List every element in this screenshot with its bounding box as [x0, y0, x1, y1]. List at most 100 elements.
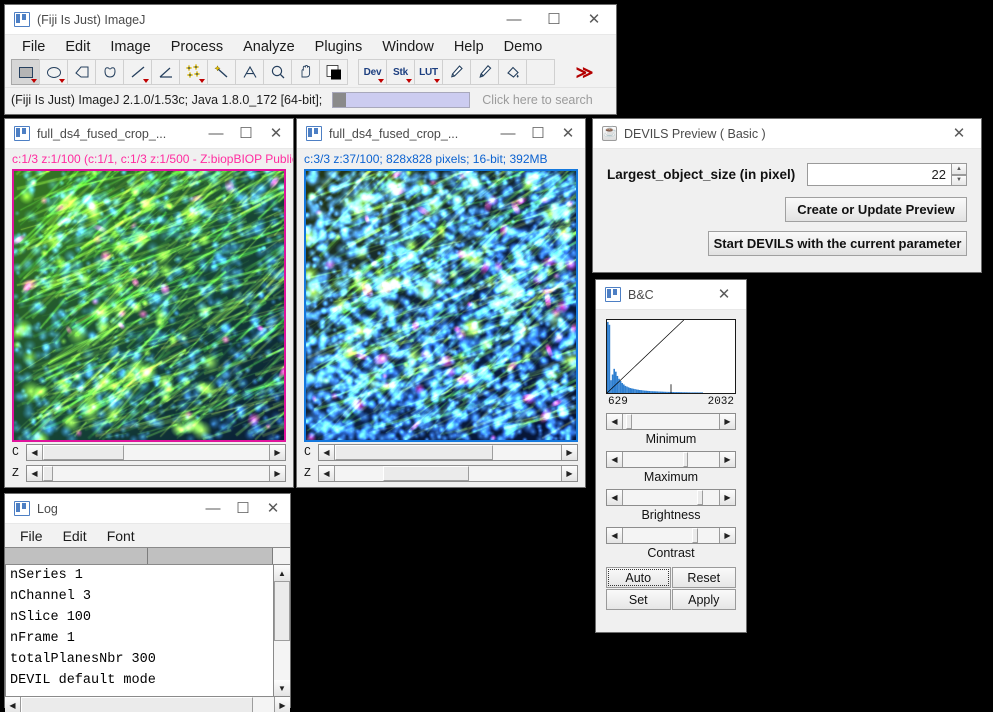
slice-slider-thumb-2[interactable] [383, 466, 470, 481]
slice-slider-1[interactable]: ◀ ▶ [26, 465, 286, 482]
scroll-right-icon[interactable]: ▶ [274, 697, 290, 712]
channel-slider-thumb-2[interactable] [335, 445, 494, 460]
menu-analyze[interactable]: Analyze [234, 37, 304, 58]
channel-slider-1[interactable]: ◀ ▶ [26, 444, 286, 461]
brightness-slider-left-arrow[interactable]: ◀ [607, 490, 623, 505]
create-or-update-preview-button[interactable]: Create or Update Preview [785, 197, 967, 222]
image-window-2-title-bar[interactable]: full_ds4_fused_crop_... — ☐ ✕ [297, 119, 585, 149]
menu-edit[interactable]: Edit [56, 37, 99, 58]
log-vscroll-track[interactable] [274, 581, 290, 680]
tool-dropdown-icon[interactable] [199, 79, 205, 83]
magnifier-tool[interactable] [263, 59, 292, 85]
minimize-button[interactable]: — [201, 119, 231, 148]
log-menu-file[interactable]: File [12, 527, 51, 545]
largest-object-size-input[interactable]: 22 [807, 163, 952, 186]
devils-title-bar[interactable]: DEVILS Preview ( Basic ) ✕ [593, 119, 981, 149]
contrast-slider-right-arrow[interactable]: ▶ [719, 528, 735, 543]
hand-tool[interactable] [291, 59, 320, 85]
minimum-slider-track[interactable] [623, 414, 719, 429]
spare-tool[interactable] [526, 59, 555, 85]
brightness-slider-thumb[interactable] [696, 490, 703, 505]
minimum-slider-right-arrow[interactable]: ▶ [719, 414, 735, 429]
channel-slider-right-arrow-1[interactable]: ▶ [269, 445, 285, 460]
close-button[interactable]: ✕ [261, 119, 291, 148]
set-button[interactable]: Set [606, 589, 671, 610]
scroll-down-icon[interactable]: ▼ [274, 680, 290, 696]
channel-slider-right-arrow-2[interactable]: ▶ [561, 445, 577, 460]
polygon-tool[interactable] [67, 59, 96, 85]
maximize-button[interactable]: ☐ [231, 119, 261, 148]
menu-plugins[interactable]: Plugins [306, 37, 372, 58]
slice-slider-left-arrow-1[interactable]: ◀ [27, 466, 43, 481]
slice-slider-track-2[interactable] [335, 466, 561, 481]
maximum-slider[interactable]: ◀ ▶ [606, 451, 736, 468]
contrast-slider-track[interactable] [623, 528, 719, 543]
start-devils-button[interactable]: Start DEVILS with the current parameter [708, 231, 967, 256]
minimize-button[interactable]: — [198, 494, 228, 523]
tool-dropdown-icon[interactable] [406, 79, 412, 83]
tool-dropdown-icon[interactable] [378, 79, 384, 83]
apply-button[interactable]: Apply [671, 589, 736, 610]
channel-slider-thumb-1[interactable] [43, 445, 125, 460]
contrast-slider[interactable]: ◀ ▶ [606, 527, 736, 544]
tool-dropdown-icon[interactable] [31, 79, 37, 83]
auto-button[interactable]: Auto [606, 567, 671, 588]
channel-slider-track-2[interactable] [335, 445, 561, 460]
oval-tool[interactable] [39, 59, 68, 85]
slice-slider-track-1[interactable] [43, 466, 269, 481]
close-icon[interactable]: ✕ [939, 119, 979, 148]
bc-title-bar[interactable]: B&C ✕ [596, 280, 746, 310]
image-canvas-2[interactable] [304, 169, 578, 442]
channel-slider-left-arrow-1[interactable]: ◀ [27, 445, 43, 460]
minimum-slider-thumb[interactable] [625, 414, 632, 429]
channel-slider-left-arrow-2[interactable]: ◀ [319, 445, 335, 460]
log-hscroll-track[interactable] [21, 697, 274, 712]
log-hscroll-thumb[interactable] [21, 697, 253, 712]
lut-tool[interactable]: LUT [414, 59, 443, 85]
scroll-left-icon[interactable]: ◀ [5, 697, 21, 712]
stepper-up-icon[interactable]: ▲ [952, 163, 967, 175]
slice-slider-2[interactable]: ◀ ▶ [318, 465, 578, 482]
straight-line-tool[interactable] [123, 59, 152, 85]
log-menu-font[interactable]: Font [99, 527, 143, 545]
flood-fill-tool[interactable] [498, 59, 527, 85]
stk-tool[interactable]: Stk [386, 59, 415, 85]
brightness-slider-right-arrow[interactable]: ▶ [719, 490, 735, 505]
tool-dropdown-icon[interactable] [434, 79, 440, 83]
freehand-tool[interactable] [95, 59, 124, 85]
menu-process[interactable]: Process [162, 37, 232, 58]
close-button[interactable]: ✕ [258, 494, 288, 523]
search-input[interactable]: Click here to search [482, 93, 592, 107]
menu-help[interactable]: Help [445, 37, 493, 58]
close-button[interactable]: ✕ [574, 5, 614, 34]
maximum-slider-thumb[interactable] [682, 452, 689, 467]
log-horizontal-scrollbar[interactable]: ◀ ▶ [5, 696, 290, 712]
minimize-button[interactable]: — [494, 5, 534, 34]
largest-object-size-stepper[interactable]: 22 ▲ ▼ [807, 163, 967, 186]
maximum-slider-right-arrow[interactable]: ▶ [719, 452, 735, 467]
menu-demo[interactable]: Demo [495, 37, 552, 58]
image-canvas-1[interactable] [12, 169, 286, 442]
channel-slider-track-1[interactable] [43, 445, 269, 460]
text-tool[interactable] [235, 59, 264, 85]
pencil-tool[interactable] [442, 59, 471, 85]
minimum-slider[interactable]: ◀ ▶ [606, 413, 736, 430]
menu-image[interactable]: Image [101, 37, 159, 58]
tool-dropdown-icon[interactable] [143, 79, 149, 83]
log-vscroll-thumb[interactable] [274, 581, 290, 641]
close-icon[interactable]: ✕ [704, 280, 744, 309]
wand-tool[interactable] [207, 59, 236, 85]
stepper-down-icon[interactable]: ▼ [952, 174, 967, 186]
scroll-up-icon[interactable]: ▲ [274, 565, 290, 581]
contrast-slider-left-arrow[interactable]: ◀ [607, 528, 623, 543]
log-vertical-scrollbar[interactable]: ▲ ▼ [273, 565, 290, 696]
dev-tool[interactable]: Dev [358, 59, 387, 85]
log-title-bar[interactable]: Log — ☐ ✕ [5, 494, 290, 524]
angle-tool[interactable] [151, 59, 180, 85]
maximize-button[interactable]: ☐ [228, 494, 258, 523]
tool-dropdown-icon[interactable] [59, 79, 65, 83]
minimum-slider-left-arrow[interactable]: ◀ [607, 414, 623, 429]
image-window-1-title-bar[interactable]: full_ds4_fused_crop_... — ☐ ✕ [5, 119, 293, 149]
close-button[interactable]: ✕ [553, 119, 583, 148]
maximum-slider-left-arrow[interactable]: ◀ [607, 452, 623, 467]
